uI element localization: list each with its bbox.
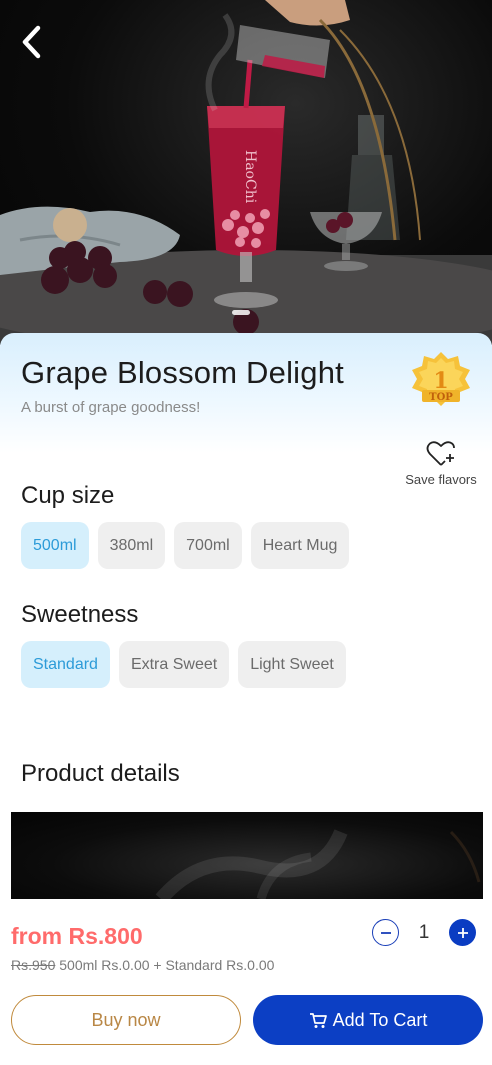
minus-icon	[380, 931, 391, 934]
sweetness-option[interactable]: Standard	[21, 641, 110, 688]
product-title: Grape Blossom Delight	[21, 355, 344, 390]
top-badge-icon: 1 TOP	[412, 352, 470, 406]
sweetness-heading: Sweetness	[21, 601, 139, 628]
cup-size-option[interactable]: 700ml	[174, 522, 242, 569]
back-button[interactable]	[20, 24, 54, 62]
price-summary: Rs.950 500ml Rs.0.00 + Standard Rs.0.00	[11, 957, 274, 973]
sweetness-options: Standard Extra Sweet Light Sweet	[21, 641, 346, 688]
detail-steam-illustration	[155, 829, 481, 899]
product-subtitle: A burst of grape goodness!	[21, 399, 201, 416]
price-label: from Rs.800	[11, 923, 143, 950]
price-value: 800	[104, 923, 143, 949]
cart-icon	[309, 1012, 327, 1028]
sweetness-option[interactable]: Extra Sweet	[118, 641, 230, 688]
cup-size-heading: Cup size	[21, 482, 115, 509]
chevron-left-icon	[22, 25, 41, 59]
product-detail-image	[11, 812, 483, 899]
cup-size-option[interactable]: 500ml	[21, 522, 89, 569]
quantity-increase-button[interactable]	[449, 919, 476, 946]
quantity-decrease-button[interactable]	[372, 919, 399, 946]
cup-size-options: 500ml 380ml 700ml Heart Mug	[21, 522, 350, 569]
sweetness-option[interactable]: Light Sweet	[238, 641, 346, 688]
top-rank-badge: 1 TOP	[408, 350, 474, 412]
quantity-stepper: 1	[372, 919, 476, 946]
selection-summary: 500ml Rs.0.00 + Standard Rs.0.00	[59, 957, 275, 973]
save-flavors-label: Save flavors	[405, 472, 477, 487]
product-hero-image: HaoChi	[0, 0, 492, 345]
price-prefix: from Rs.	[11, 923, 105, 949]
plus-icon	[457, 927, 468, 938]
add-to-cart-label: Add To Cart	[332, 1009, 428, 1030]
quantity-value: 1	[418, 921, 430, 943]
svg-text:TOP: TOP	[429, 392, 453, 403]
product-details-heading: Product details	[21, 760, 180, 787]
buy-now-button[interactable]: Buy now	[11, 995, 241, 1045]
cup-size-option[interactable]: Heart Mug	[250, 522, 350, 569]
save-flavors-button[interactable]: Save flavors	[400, 440, 482, 487]
cup-size-option[interactable]: 380ml	[97, 522, 166, 569]
hero-illustration: HaoChi	[0, 0, 492, 345]
svg-text:HaoChi: HaoChi	[242, 150, 258, 204]
heart-plus-icon	[426, 441, 455, 466]
old-price: Rs.950	[11, 957, 56, 973]
add-to-cart-button[interactable]: Add To Cart	[253, 995, 483, 1045]
